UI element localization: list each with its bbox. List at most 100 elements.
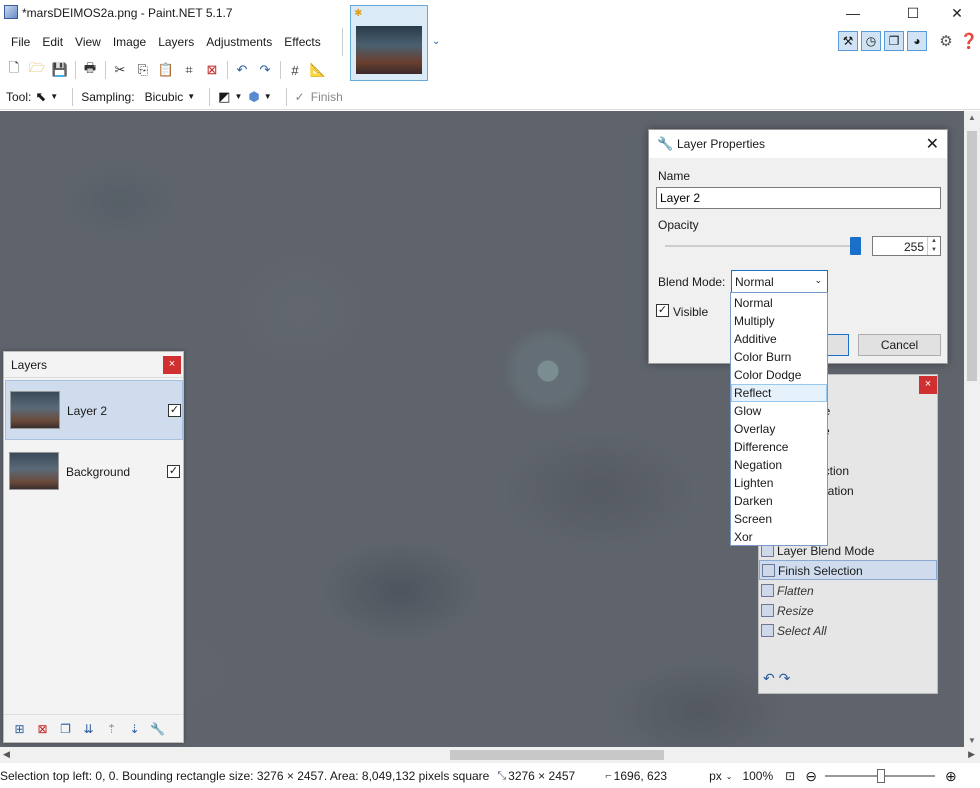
layer-visibility-checkbox[interactable]: ✓ — [167, 465, 180, 478]
horizontal-scrollbar[interactable]: ◀ ▶ — [0, 747, 980, 763]
move-layer-up-icon[interactable]: ⇡ — [100, 718, 123, 740]
menu-effects[interactable]: Effects — [278, 28, 326, 56]
opacity-spinbox[interactable]: 255 ▲ ▼ — [872, 236, 941, 256]
merge-layer-down-icon[interactable]: ⇊ — [77, 718, 100, 740]
blend-option-glow[interactable]: Glow — [731, 402, 827, 420]
undo-icon[interactable]: ↶ — [231, 59, 253, 81]
blend-mode-select[interactable]: Normal ⌄ — [731, 270, 828, 294]
layer-visibility-checkbox[interactable]: ✓ — [168, 404, 181, 417]
move-selected-tool-icon[interactable]: ⬉ — [35, 89, 46, 105]
print-icon[interactable]: 🖶 — [79, 59, 101, 81]
opacity-slider-track[interactable] — [665, 245, 857, 247]
maximize-button[interactable]: ☐ — [890, 0, 936, 26]
blend-option-color-dodge[interactable]: Color Dodge — [731, 366, 827, 384]
vertical-scroll-thumb[interactable] — [967, 131, 977, 381]
tools-window-toggle-icon[interactable]: ⚒ — [838, 31, 858, 51]
horizontal-scroll-thumb[interactable] — [450, 750, 664, 760]
cut-icon[interactable]: ✂ — [109, 59, 131, 81]
crop-icon[interactable]: ⌗ — [178, 59, 200, 81]
settings-gear-icon[interactable]: ⚙ — [936, 31, 956, 51]
sampling-dropdown-chevron-icon[interactable]: ▼ — [187, 92, 195, 101]
help-icon[interactable]: ❓ — [959, 31, 979, 51]
redo-icon[interactable]: ↷ — [254, 59, 276, 81]
layer-properties-wrench-icon[interactable]: 🔧 — [146, 718, 169, 740]
move-layer-down-icon[interactable]: ⇣ — [123, 718, 146, 740]
history-redo-icon[interactable]: ↷ — [779, 670, 791, 686]
blend-option-additive[interactable]: Additive — [731, 330, 827, 348]
close-window-button[interactable]: ✕ — [934, 0, 980, 26]
blend-option-lighten[interactable]: Lighten — [731, 474, 827, 492]
zoom-value[interactable]: 100% — [742, 769, 773, 783]
history-window-toggle-icon[interactable]: ◷ — [861, 31, 881, 51]
antialiasing-chevron-icon[interactable]: ▼ — [234, 92, 242, 101]
delete-layer-icon[interactable]: ⊠ — [31, 718, 54, 740]
ruler-icon[interactable]: 📐 — [307, 59, 329, 81]
blend-option-screen[interactable]: Screen — [731, 510, 827, 528]
new-file-icon[interactable]: 🗋 — [3, 59, 25, 81]
blending-chevron-icon[interactable]: ▼ — [264, 92, 272, 101]
copy-icon[interactable]: ⎘ — [132, 59, 154, 81]
scroll-right-icon[interactable]: ▶ — [968, 749, 975, 760]
blend-option-negation[interactable]: Negation — [731, 456, 827, 474]
paste-icon[interactable]: 📋 — [155, 59, 177, 81]
menu-file[interactable]: File — [5, 28, 36, 56]
layer-name-input[interactable] — [656, 187, 941, 209]
save-icon[interactable]: 💾 — [49, 59, 71, 81]
opacity-slider-thumb[interactable] — [850, 237, 861, 255]
zoom-to-window-icon[interactable]: ⊡ — [785, 769, 795, 783]
cancel-button[interactable]: Cancel — [858, 334, 941, 356]
menu-view[interactable]: View — [69, 28, 107, 56]
colors-window-toggle-icon[interactable]: ◕ — [907, 31, 927, 51]
history-close-icon[interactable]: × — [919, 376, 937, 394]
zoom-slider[interactable] — [824, 768, 935, 784]
blend-option-darken[interactable]: Darken — [731, 492, 827, 510]
history-item-flatten[interactable]: Flatten — [759, 581, 937, 601]
zoom-slider-thumb[interactable] — [876, 769, 885, 783]
blend-option-color-burn[interactable]: Color Burn — [731, 348, 827, 366]
zoom-in-icon[interactable]: ⊕ — [945, 768, 957, 785]
menu-edit[interactable]: Edit — [36, 28, 69, 56]
visible-checkbox[interactable]: ✓ — [656, 304, 669, 317]
zoom-out-icon[interactable]: ⊖ — [805, 768, 817, 785]
minimize-button[interactable]: — — [830, 0, 876, 26]
layer-row-layer-2[interactable]: Layer 2 ✓ — [5, 380, 183, 440]
spin-arrows-icon[interactable]: ▲ ▼ — [927, 237, 940, 255]
blend-option-overlay[interactable]: Overlay — [731, 420, 827, 438]
blend-option-normal[interactable]: Normal — [731, 294, 827, 312]
blend-option-multiply[interactable]: Multiply — [731, 312, 827, 330]
finish-button[interactable]: Finish — [311, 90, 343, 104]
dialog-close-icon[interactable]: ✕ — [926, 134, 939, 154]
grid-icon[interactable]: # — [284, 59, 306, 81]
document-list-chevron-icon[interactable]: ⌄ — [432, 36, 440, 47]
menu-adjustments[interactable]: Adjustments — [200, 28, 278, 56]
add-layer-icon[interactable]: ⊞ — [8, 718, 31, 740]
blend-option-difference[interactable]: Difference — [731, 438, 827, 456]
document-tab[interactable]: ✱ — [350, 5, 428, 81]
scroll-down-icon[interactable]: ▼ — [968, 736, 976, 745]
layers-close-icon[interactable]: × — [163, 356, 181, 374]
blending-icon[interactable]: ⬢ — [248, 89, 259, 105]
duplicate-layer-icon[interactable]: ❐ — [54, 718, 77, 740]
scroll-left-icon[interactable]: ◀ — [3, 749, 10, 760]
blend-option-xor[interactable]: Xor — [731, 528, 827, 546]
antialiasing-icon[interactable]: ◩ — [218, 89, 230, 105]
history-item-finish-selection[interactable]: Finish Selection — [759, 560, 937, 580]
sampling-value[interactable]: Bicubic — [145, 90, 184, 104]
menu-layers[interactable]: Layers — [152, 28, 200, 56]
unit-chevron-icon[interactable]: ⌄ — [726, 772, 733, 781]
tool-dropdown-chevron-icon[interactable]: ▼ — [50, 92, 58, 101]
blend-option-reflect[interactable]: Reflect — [731, 384, 827, 402]
menu-image[interactable]: Image — [107, 28, 152, 56]
scroll-up-icon[interactable]: ▲ — [968, 113, 976, 122]
deselect-icon[interactable]: ⊠ — [201, 59, 223, 81]
unit-selector[interactable]: px — [709, 769, 722, 783]
history-item-resize[interactable]: Resize — [759, 601, 937, 621]
layer-row-background[interactable]: Background ✓ — [5, 442, 183, 502]
history-undo-icon[interactable]: ↶ — [763, 670, 775, 686]
vertical-scrollbar[interactable]: ▲ ▼ — [964, 111, 980, 747]
options-separator — [72, 87, 74, 106]
history-item-select-all[interactable]: Select All — [759, 621, 937, 641]
open-folder-icon[interactable]: 🗁 — [26, 59, 48, 81]
layers-window-toggle-icon[interactable]: ❐ — [884, 31, 904, 51]
ok-button-partial[interactable] — [827, 334, 849, 356]
